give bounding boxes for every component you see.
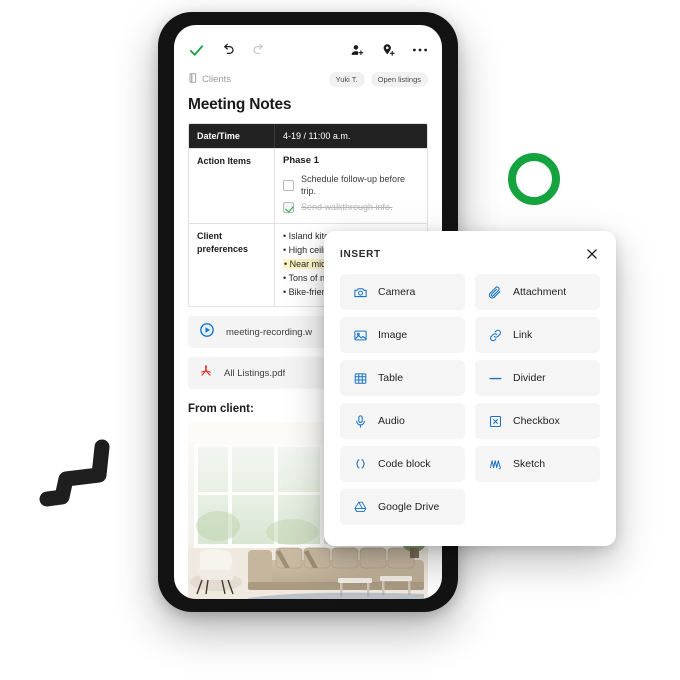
play-circle-icon — [198, 321, 216, 344]
insert-panel: INSERT Camera Attachment Image Link Tabl… — [324, 231, 616, 546]
paperclip-icon — [487, 285, 503, 300]
insert-option-camera[interactable]: Camera — [340, 274, 465, 310]
row-value-datetime: 4-19 / 11:00 a.m. — [283, 131, 351, 141]
insert-option-label: Audio — [378, 415, 405, 427]
task-row[interactable]: Schedule follow-up before trip. — [283, 173, 419, 197]
insert-option-label: Code block — [378, 458, 431, 470]
insert-option-attachment[interactable]: Attachment — [475, 274, 600, 310]
more-options-icon[interactable] — [412, 47, 428, 53]
insert-option-code-block[interactable]: Code block — [340, 446, 465, 482]
task-checkbox-unchecked[interactable] — [283, 179, 294, 191]
app-toolbar — [174, 31, 442, 69]
green-ring-decoration — [508, 153, 560, 205]
insert-option-divider[interactable]: Divider — [475, 360, 600, 396]
insert-option-google-drive[interactable]: Google Drive — [340, 489, 465, 525]
insert-panel-header: INSERT — [340, 245, 600, 263]
insert-option-label: Checkbox — [513, 415, 560, 427]
table-icon — [352, 371, 368, 386]
attachment-filename: All Listings.pdf — [224, 367, 286, 379]
breadcrumb[interactable]: Clients — [188, 70, 231, 88]
breadcrumb-label: Clients — [202, 73, 232, 85]
table-row-action-items: Action Items Phase 1 Schedule follow-up … — [189, 148, 427, 224]
microphone-icon — [352, 414, 368, 429]
add-person-icon[interactable] — [350, 43, 365, 58]
insert-options-grid: Camera Attachment Image Link Table Divid… — [340, 274, 600, 525]
breadcrumb-row: Clients Yuki T. Open listings — [174, 69, 442, 89]
insert-option-label: Attachment — [513, 286, 567, 298]
attachment-filename: meeting-recording.w — [226, 326, 313, 338]
insert-option-label: Divider — [513, 372, 546, 384]
redo-arrow-icon[interactable] — [251, 42, 267, 58]
insert-option-label: Sketch — [513, 458, 546, 470]
insert-option-link[interactable]: Link — [475, 317, 600, 353]
insert-option-label: Link — [513, 329, 533, 341]
camera-icon — [352, 285, 368, 300]
row-label-client-preferences: Client preferences — [189, 224, 275, 307]
row-label-datetime: Date/Time — [189, 124, 275, 149]
task-label: Schedule follow-up before trip. — [301, 173, 406, 197]
zigzag-decoration — [39, 439, 110, 507]
insert-option-label: Google Drive — [378, 501, 440, 513]
undo-arrow-icon[interactable] — [220, 42, 236, 58]
link-icon — [487, 328, 503, 343]
chip-collaborator[interactable]: Yuki T. — [328, 71, 365, 87]
sketch-scribble-icon — [487, 457, 503, 472]
insert-option-audio[interactable]: Audio — [340, 403, 465, 439]
page-title: Meeting Notes — [188, 96, 292, 113]
insert-option-label: Table — [378, 372, 404, 384]
insert-option-checkbox[interactable]: Checkbox — [475, 403, 600, 439]
insert-option-image[interactable]: Image — [340, 317, 465, 353]
chip-tag[interactable]: Open listings — [370, 71, 428, 87]
code-braces-icon — [352, 457, 368, 472]
table-row-datetime: Date/Time 4-19 / 11:00 a.m. — [189, 124, 427, 149]
insert-panel-title: INSERT — [340, 248, 381, 260]
google-drive-icon — [352, 500, 368, 515]
page-root: Clients Yuki T. Open listings Meeting No… — [0, 0, 680, 680]
checkbox-icon — [487, 414, 503, 429]
task-row[interactable]: Send walkthrough info. — [283, 201, 419, 213]
phase-heading: Phase 1 — [283, 155, 319, 167]
insert-option-table[interactable]: Table — [340, 360, 465, 396]
task-label: Send walkthrough info. — [301, 202, 393, 213]
add-location-pin-icon[interactable] — [381, 43, 396, 58]
row-label-action-items: Action Items — [189, 149, 275, 224]
notebook-icon — [188, 70, 197, 88]
pdf-icon — [198, 363, 214, 384]
row-value-action-items: Phase 1 Schedule follow-up before trip. … — [275, 149, 427, 223]
divider-icon — [487, 371, 503, 386]
image-icon — [352, 328, 368, 343]
insert-grid-empty-cell — [475, 489, 600, 525]
chip-group: Yuki T. Open listings — [328, 71, 428, 87]
task-checkbox-checked[interactable] — [283, 201, 294, 213]
insert-option-label: Camera — [378, 286, 416, 298]
insert-option-label: Image — [378, 329, 408, 341]
green-check-icon[interactable] — [188, 42, 205, 59]
close-icon[interactable] — [584, 246, 600, 262]
insert-option-sketch[interactable]: Sketch — [475, 446, 600, 482]
